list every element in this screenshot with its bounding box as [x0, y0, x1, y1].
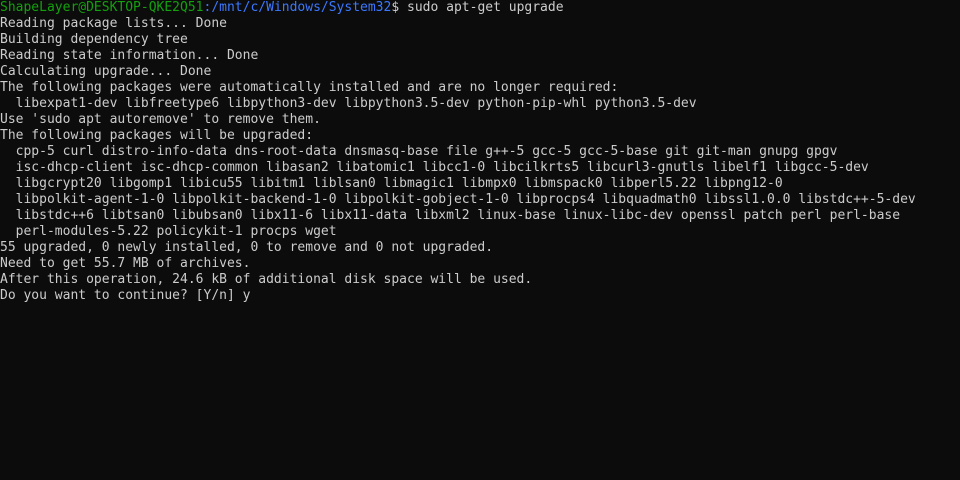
output-line: Use 'sudo apt autoremove' to remove them…	[0, 112, 321, 127]
output-line: isc-dhcp-client isc-dhcp-common libasan2…	[0, 160, 869, 175]
output-line: 55 upgraded, 0 newly installed, 0 to rem…	[0, 240, 494, 255]
output-line: Calculating upgrade... Done	[0, 64, 212, 79]
output-line: cpp-5 curl distro-info-data dns-root-dat…	[0, 144, 838, 159]
prompt-user-host: ShapeLayer@DESKTOP-QKE2Q51	[0, 0, 204, 15]
output-line: Building dependency tree	[0, 32, 188, 47]
prompt-line: ShapeLayer@DESKTOP-QKE2Q51:/mnt/c/Window…	[0, 0, 960, 16]
output-line: Need to get 55.7 MB of archives.	[0, 256, 251, 271]
terminal-window[interactable]: ShapeLayer@DESKTOP-QKE2Q51:/mnt/c/Window…	[0, 0, 960, 480]
confirm-input-line[interactable]: Do you want to continue? [Y/n] y	[0, 288, 960, 304]
output-line: libexpat1-dev libfreetype6 libpython3-de…	[0, 96, 697, 111]
output-line: libgcrypt20 libgomp1 libicu55 libitm1 li…	[0, 176, 783, 191]
output-line: Reading state information... Done	[0, 48, 259, 63]
output-line: The following packages will be upgraded:	[0, 128, 314, 143]
output-line: The following packages were automaticall…	[0, 80, 619, 95]
output-line: libpolkit-agent-1-0 libpolkit-backend-1-…	[0, 192, 916, 207]
output-line: perl-modules-5.22 policykit-1 procps wge…	[0, 224, 337, 239]
output-line: Reading package lists... Done	[0, 16, 227, 31]
output-line: After this operation, 24.6 kB of additio…	[0, 272, 533, 287]
prompt-symbol: $	[391, 0, 400, 15]
prompt-path: :/mnt/c/Windows/System32	[203, 0, 392, 15]
prompt-command: sudo apt-get upgrade	[399, 0, 564, 15]
output-line: libstdc++6 libtsan0 libubsan0 libx11-6 l…	[0, 208, 901, 223]
